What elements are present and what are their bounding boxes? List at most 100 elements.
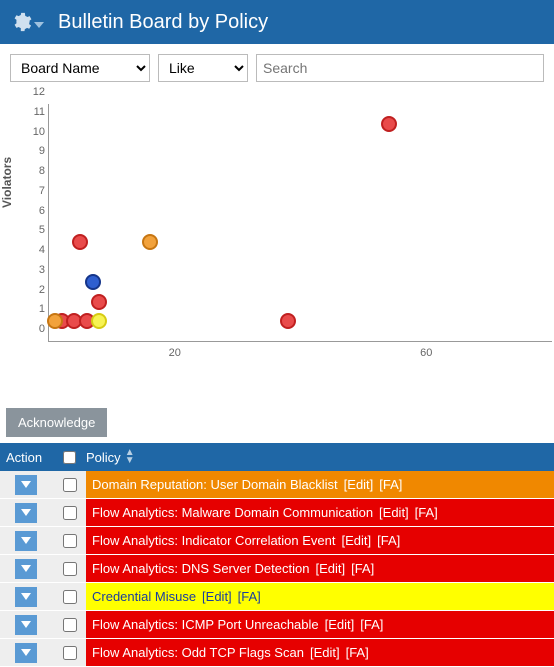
chart-ytick: 6: [21, 205, 45, 217]
fa-link[interactable]: [FA]: [346, 645, 369, 660]
row-checkbox[interactable]: [63, 534, 77, 548]
chart-point[interactable]: [47, 313, 63, 329]
col-header-check: [52, 448, 86, 467]
table-row: Flow Analytics: Indicator Correlation Ev…: [0, 527, 554, 555]
chevron-down-icon: [21, 621, 31, 628]
col-header-policy[interactable]: Policy ▲▼: [86, 449, 554, 465]
table-row: Flow Analytics: ICMP Port Unreachable [Ed…: [0, 611, 554, 639]
row-policy-cell: Flow Analytics: DNS Server Detection [Edi…: [86, 555, 554, 582]
gear-icon: [10, 11, 32, 33]
sort-icon: ▲▼: [125, 449, 135, 465]
chart-ytick: 9: [21, 145, 45, 157]
chart-point[interactable]: [142, 234, 158, 250]
chart-point[interactable]: [91, 313, 107, 329]
row-action-cell: [0, 471, 52, 498]
fa-link[interactable]: [FA]: [351, 561, 374, 576]
row-action-menu-button[interactable]: [15, 587, 37, 607]
chart-point[interactable]: [85, 274, 101, 290]
chevron-down-icon: [21, 481, 31, 488]
row-action-menu-button[interactable]: [15, 643, 37, 663]
row-check-cell: [52, 583, 86, 610]
scatter-chart: Violators 01234567891011122060: [0, 98, 554, 368]
chart-ytick: 1: [21, 303, 45, 315]
policy-name[interactable]: Domain Reputation: User Domain Blacklist: [92, 477, 338, 492]
chart-point[interactable]: [91, 294, 107, 310]
fa-link[interactable]: [FA]: [360, 617, 383, 632]
fa-link[interactable]: [FA]: [379, 477, 402, 492]
policy-name[interactable]: Flow Analytics: ICMP Port Unreachable: [92, 617, 319, 632]
row-checkbox[interactable]: [63, 618, 77, 632]
row-check-cell: [52, 527, 86, 554]
fa-link[interactable]: [FA]: [238, 589, 261, 604]
filter-field-select[interactable]: Board Name: [10, 54, 150, 82]
fa-link[interactable]: [FA]: [415, 505, 438, 520]
row-checkbox[interactable]: [63, 506, 77, 520]
table-row: Credential Misuse [Edit] [FA]: [0, 583, 554, 611]
chart-ytick: 10: [21, 126, 45, 138]
policy-name[interactable]: Flow Analytics: Indicator Correlation Ev…: [92, 533, 336, 548]
chart-point[interactable]: [72, 234, 88, 250]
row-checkbox[interactable]: [63, 646, 77, 660]
chart-point[interactable]: [280, 313, 296, 329]
table-row: Flow Analytics: DNS Server Detection [Edi…: [0, 555, 554, 583]
panel-menu-button[interactable]: [10, 11, 44, 33]
edit-link[interactable]: [Edit]: [315, 561, 345, 576]
table-row: Flow Analytics: Malware Domain Communica…: [0, 499, 554, 527]
row-action-cell: [0, 555, 52, 582]
row-check-cell: [52, 471, 86, 498]
row-action-menu-button[interactable]: [15, 615, 37, 635]
row-policy-cell: Domain Reputation: User Domain Blacklist…: [86, 471, 554, 498]
fa-link[interactable]: [FA]: [377, 533, 400, 548]
row-action-menu-button[interactable]: [15, 559, 37, 579]
row-action-cell: [0, 527, 52, 554]
chart-ytick: 8: [21, 165, 45, 177]
row-checkbox[interactable]: [63, 590, 77, 604]
row-action-menu-button[interactable]: [15, 503, 37, 523]
policy-name[interactable]: Flow Analytics: DNS Server Detection: [92, 561, 309, 576]
table-row: Flow Analytics: Odd TCP Flags Scan [Edit]…: [0, 639, 554, 667]
row-policy-cell: Flow Analytics: Indicator Correlation Ev…: [86, 527, 554, 554]
policy-name[interactable]: Flow Analytics: Malware Domain Communica…: [92, 505, 373, 520]
acknowledge-button[interactable]: Acknowledge: [6, 408, 107, 437]
select-all-checkbox[interactable]: [63, 451, 76, 464]
col-header-action[interactable]: Action: [0, 450, 52, 465]
chart-xtick: 20: [169, 347, 181, 359]
edit-link[interactable]: [Edit]: [202, 589, 232, 604]
chart-plot-area[interactable]: 01234567891011122060: [48, 104, 552, 342]
chevron-down-icon: [21, 537, 31, 544]
row-check-cell: [52, 639, 86, 666]
row-action-cell: [0, 639, 52, 666]
row-action-menu-button[interactable]: [15, 531, 37, 551]
chart-ytick: 0: [21, 323, 45, 335]
policy-name[interactable]: Flow Analytics: Odd TCP Flags Scan: [92, 645, 304, 660]
chart-ytick: 2: [21, 284, 45, 296]
chevron-down-icon: [21, 649, 31, 656]
filter-operator-select[interactable]: Like: [158, 54, 248, 82]
edit-link[interactable]: [Edit]: [344, 477, 374, 492]
edit-link[interactable]: [Edit]: [325, 617, 355, 632]
edit-link[interactable]: [Edit]: [379, 505, 409, 520]
row-policy-cell: Flow Analytics: ICMP Port Unreachable [Ed…: [86, 611, 554, 638]
row-policy-cell: Flow Analytics: Odd TCP Flags Scan [Edit]…: [86, 639, 554, 666]
edit-link[interactable]: [Edit]: [342, 533, 372, 548]
row-check-cell: [52, 499, 86, 526]
row-action-cell: [0, 499, 52, 526]
chart-ytick: 5: [21, 224, 45, 236]
row-checkbox[interactable]: [63, 562, 77, 576]
row-checkbox[interactable]: [63, 478, 77, 492]
chevron-down-icon: [21, 565, 31, 572]
search-input[interactable]: [256, 54, 544, 82]
chart-ytick: 4: [21, 244, 45, 256]
policy-name[interactable]: Credential Misuse: [92, 589, 196, 604]
chart-point[interactable]: [381, 116, 397, 132]
edit-link[interactable]: [Edit]: [310, 645, 340, 660]
row-action-menu-button[interactable]: [15, 475, 37, 495]
row-action-cell: [0, 583, 52, 610]
filter-bar: Board Name Like: [0, 44, 554, 88]
row-action-cell: [0, 611, 52, 638]
chart-ytick: 7: [21, 185, 45, 197]
chevron-down-icon: [21, 509, 31, 516]
chevron-down-icon: [21, 593, 31, 600]
chart-xtick: 60: [420, 347, 432, 359]
chevron-down-icon: [34, 22, 44, 28]
